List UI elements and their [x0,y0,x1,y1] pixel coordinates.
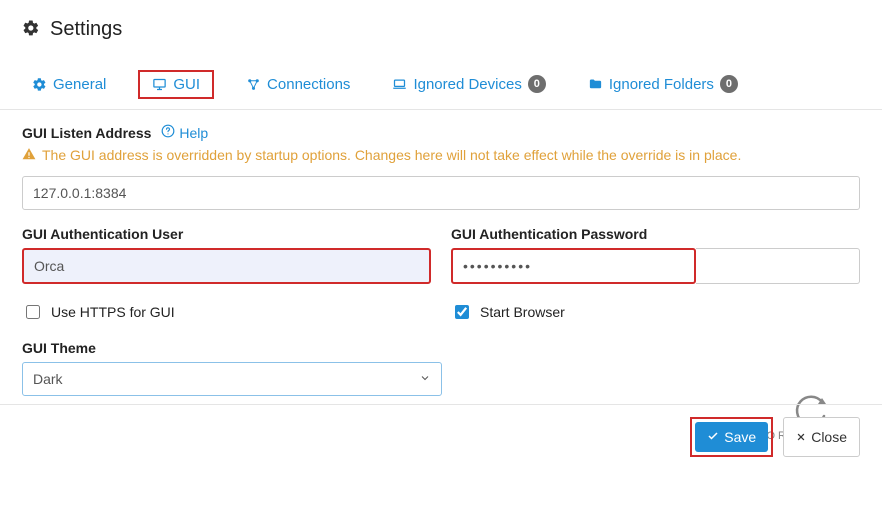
chevron-down-icon [419,371,431,387]
listen-address-input[interactable] [22,176,860,210]
tabs: General GUI Connections Ignored Devices … [0,55,882,110]
page-title: Settings [50,18,122,41]
close-button[interactable]: Close [783,417,860,457]
auth-user-label: GUI Authentication User [22,226,431,242]
tab-label: GUI [173,76,200,93]
tab-label: Connections [267,76,350,93]
count-badge: 0 [528,75,546,93]
pass-extra-box [696,248,860,284]
tab-label: General [53,76,106,93]
question-icon [161,124,175,141]
gear-icon [32,77,47,92]
warning-icon [22,147,36,164]
tab-ignored-folders[interactable]: Ignored Folders 0 [578,69,748,99]
tab-ignored-devices[interactable]: Ignored Devices 0 [382,69,555,99]
tab-connections[interactable]: Connections [236,70,360,99]
tab-general[interactable]: General [22,70,116,99]
use-https-input[interactable] [26,305,40,319]
monitor-icon [152,77,167,92]
help-link[interactable]: Help [161,124,208,141]
gear-icon [22,19,40,40]
theme-label: GUI Theme [22,340,860,356]
help-text: Help [179,125,208,141]
close-icon [796,429,806,445]
save-button[interactable]: Save [695,422,768,452]
modal-footer: Save Close [0,404,882,469]
theme-select[interactable]: Dark [22,362,442,396]
folder-icon [588,77,603,92]
start-browser-checkbox[interactable]: Start Browser [451,302,860,322]
modal-header: Settings [0,0,882,55]
save-highlight: Save [690,417,773,457]
save-label: Save [724,429,756,445]
count-badge: 0 [720,75,738,93]
auth-pass-input[interactable] [451,248,696,284]
start-browser-input[interactable] [455,305,469,319]
auth-user-input[interactable] [22,248,431,284]
check-icon [707,429,719,445]
tab-label: Ignored Devices [413,76,521,93]
laptop-icon [392,77,407,92]
close-label: Close [811,429,847,445]
network-icon [246,77,261,92]
tab-gui[interactable]: GUI [138,70,214,99]
listen-address-label: GUI Listen Address [22,125,151,141]
warning-message: The GUI address is overridden by startup… [22,147,860,164]
theme-value: Dark [33,371,63,387]
use-https-label: Use HTTPS for GUI [51,304,175,320]
auth-pass-label: GUI Authentication Password [451,226,860,242]
tab-label: Ignored Folders [609,76,714,93]
use-https-checkbox[interactable]: Use HTTPS for GUI [22,302,431,322]
warning-text: The GUI address is overridden by startup… [42,147,741,163]
start-browser-label: Start Browser [480,304,565,320]
